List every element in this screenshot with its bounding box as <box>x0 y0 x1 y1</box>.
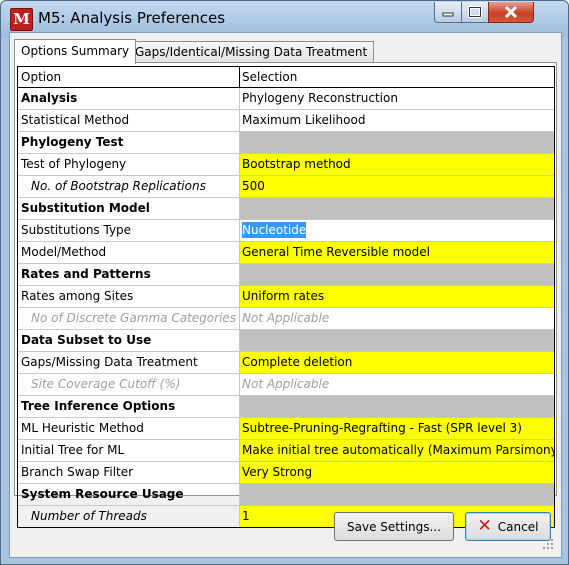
table-row: System Resource Usage <box>18 484 554 506</box>
minimize-button[interactable] <box>434 2 462 23</box>
option-cell: Initial Tree for ML <box>18 440 240 461</box>
option-cell: Gaps/Missing Data Treatment <box>18 352 240 373</box>
selection-cell <box>240 330 554 351</box>
section-header-cell: Rates and Patterns <box>18 264 240 285</box>
table-row: Rates among Sites Uniform rates <box>18 286 554 308</box>
option-cell: Substitutions Type <box>18 220 240 241</box>
selection-cell <box>240 198 554 219</box>
table-row: Substitutions Type Nucleotide <box>18 220 554 242</box>
selection-dropdown-cell[interactable]: Subtree-Pruning-Regrafting - Fast (SPR l… <box>240 418 554 439</box>
option-cell: Statistical Method <box>18 110 240 131</box>
selection-cell: Maximum Likelihood <box>242 113 366 127</box>
selection-dropdown-cell[interactable]: Bootstrap method <box>240 154 554 175</box>
cancel-label: Cancel <box>497 519 539 534</box>
option-cell: Rates among Sites <box>18 286 240 307</box>
close-window-button[interactable] <box>488 2 534 23</box>
dialog-button-bar: Save Settings... ✕ Cancel <box>14 505 555 551</box>
option-cell: Model/Method <box>18 242 240 263</box>
cancel-x-icon: ✕ <box>477 516 492 536</box>
table-row: ML Heuristic Method Subtree-Pruning-Regr… <box>18 418 554 440</box>
minimize-icon <box>442 12 454 17</box>
maximize-icon <box>468 6 482 18</box>
analysis-preferences-window: M M5: Analysis Preferences Options Summa… <box>0 0 569 565</box>
save-settings-label: Save Settings... <box>347 519 441 534</box>
selection-input-cell[interactable]: 500 <box>240 176 554 197</box>
option-cell: No of Discrete Gamma Categories <box>18 308 240 329</box>
table-row: Site Coverage Cutoff (%) Not Applicable <box>18 374 554 396</box>
selection-cell <box>240 396 554 417</box>
selection-cell <box>240 264 554 285</box>
table-row: Substitution Model <box>18 198 554 220</box>
maximize-button[interactable] <box>461 2 489 23</box>
selected-text: Nucleotide <box>242 222 307 238</box>
selection-cell-focused[interactable]: Nucleotide <box>240 220 554 241</box>
tab-options-summary[interactable]: Options Summary <box>14 39 137 64</box>
selection-cell: Phylogeny Reconstruction <box>242 91 398 105</box>
table-row: Data Subset to Use <box>18 330 554 352</box>
table-row: Tree Inference Options <box>18 396 554 418</box>
grid-header-row: Option Selection <box>18 67 554 88</box>
resize-grip-icon[interactable] <box>542 538 554 550</box>
save-settings-button[interactable]: Save Settings... <box>334 512 454 541</box>
table-row: No of Discrete Gamma Categories Not Appl… <box>18 308 554 330</box>
section-header-cell: System Resource Usage <box>18 484 240 505</box>
selection-dropdown-cell[interactable]: Uniform rates <box>240 286 554 307</box>
table-row: Initial Tree for ML Make initial tree au… <box>18 440 554 462</box>
close-icon <box>504 6 518 18</box>
cancel-button[interactable]: ✕ Cancel <box>465 512 551 541</box>
column-header-selection[interactable]: Selection <box>240 67 554 87</box>
dialog-body: Options Summary Gaps/Identical/Missing D… <box>9 32 562 558</box>
selection-dropdown-cell[interactable]: Make initial tree automatically (Maximum… <box>240 440 554 461</box>
selection-cell: Not Applicable <box>242 377 330 391</box>
option-cell: ML Heuristic Method <box>18 418 240 439</box>
selection-dropdown-cell[interactable]: Complete deletion <box>240 352 554 373</box>
window-title: M5: Analysis Preferences <box>38 9 226 27</box>
selection-dropdown-cell[interactable]: Very Strong <box>240 462 554 483</box>
option-cell: Branch Swap Filter <box>18 462 240 483</box>
selection-dropdown-cell[interactable]: General Time Reversible model <box>240 242 554 263</box>
table-row: Statistical Method Maximum Likelihood <box>18 110 554 132</box>
table-row: Model/Method General Time Reversible mod… <box>18 242 554 264</box>
option-cell: No. of Bootstrap Replications <box>18 176 240 197</box>
table-row: Gaps/Missing Data Treatment Complete del… <box>18 352 554 374</box>
tab-gaps-identical-missing[interactable]: Gaps/Identical/Missing Data Treatment <box>128 41 375 62</box>
options-grid[interactable]: Option Selection Analysis Phylogeny Reco… <box>17 66 555 528</box>
selection-cell <box>240 132 554 153</box>
table-row: Branch Swap Filter Very Strong <box>18 462 554 484</box>
mega-app-icon: M <box>10 8 33 31</box>
section-header-cell: Substitution Model <box>18 198 240 219</box>
option-cell: Site Coverage Cutoff (%) <box>18 374 240 395</box>
table-row: Phylogeny Test <box>18 132 554 154</box>
section-header-cell: Phylogeny Test <box>18 132 240 153</box>
table-row: Rates and Patterns <box>18 264 554 286</box>
options-summary-panel: Option Selection Analysis Phylogeny Reco… <box>14 62 557 528</box>
section-header-cell: Data Subset to Use <box>18 330 240 351</box>
option-cell: Test of Phylogeny <box>18 154 240 175</box>
selection-cell: Not Applicable <box>242 311 330 325</box>
section-header-cell: Tree Inference Options <box>18 396 240 417</box>
table-row: Analysis Phylogeny Reconstruction <box>18 88 554 110</box>
selection-cell <box>240 484 554 505</box>
column-header-option[interactable]: Option <box>18 67 240 87</box>
table-row: No. of Bootstrap Replications 500 <box>18 176 554 198</box>
option-cell: Analysis <box>18 88 240 109</box>
table-row: Test of Phylogeny Bootstrap method <box>18 154 554 176</box>
